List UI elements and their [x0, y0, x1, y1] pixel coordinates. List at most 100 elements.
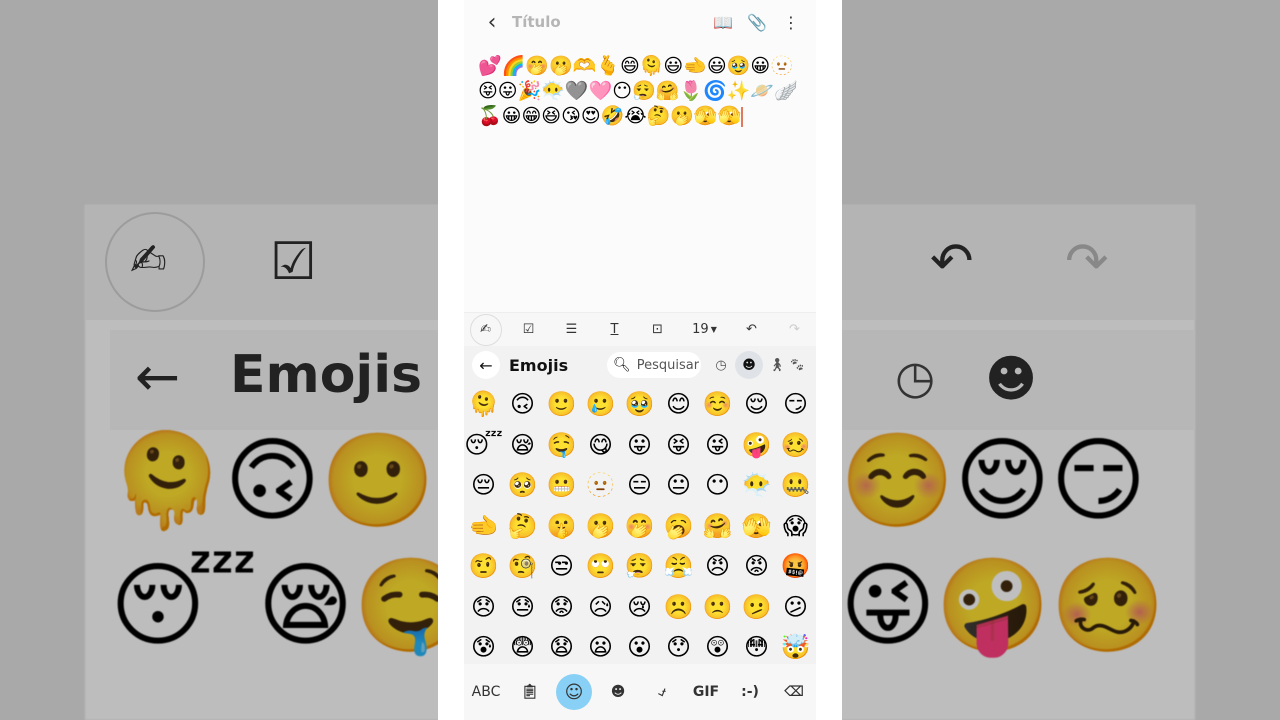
emoji-key[interactable]: 😕 [776, 587, 815, 628]
emoji-kitchen-button[interactable]: ☻ [600, 676, 636, 708]
emoji-key[interactable]: 😱 [776, 506, 815, 547]
note-body[interactable]: 💕🌈🤭🫢🫶🫰😄🫠😃🫲😃🥹😀🫥😝😛🎉😶‍🌫️🩶🩷😶😮‍💨🤗🌷🌀✨🪐🪽🍒😀😁😆😘😍🤣… [478, 54, 800, 129]
emoji-key[interactable]: 😤 [659, 546, 698, 587]
emoji-key[interactable]: 🤭 [620, 506, 659, 547]
clipboard-icon: 📋︎ [521, 684, 539, 700]
emoji-key[interactable]: 🤬 [776, 546, 815, 587]
top-bar: ‹ Título 📖 📎 ⋮ [464, 0, 816, 44]
emoji-key[interactable]: 😓 [503, 587, 542, 628]
emoji-key[interactable]: 😪 [503, 425, 542, 466]
emoji-key[interactable]: 😮 [620, 627, 659, 668]
keyboard-back-button[interactable]: ← [472, 351, 500, 379]
smileys-category-tab[interactable]: ☻ [735, 351, 763, 379]
emoji-key[interactable]: 😶 [698, 465, 737, 506]
emoji-key[interactable]: 😬 [542, 465, 581, 506]
emoji-key[interactable]: 🫣 [737, 506, 776, 547]
emoji-key[interactable]: 🫤 [737, 587, 776, 628]
emoji-key[interactable]: 🫥 [581, 465, 620, 506]
emoji-key[interactable]: 😢 [620, 587, 659, 628]
emoji-key[interactable]: 🥺 [503, 465, 542, 506]
emoji-key[interactable]: 😏 [776, 384, 815, 425]
emoji-key[interactable]: 😐 [659, 465, 698, 506]
emoji-key[interactable]: 😯 [659, 627, 698, 668]
note-title-field[interactable]: Título [512, 13, 706, 31]
emoji-key[interactable]: 😑 [620, 465, 659, 506]
emoji-key[interactable]: 🥱 [659, 506, 698, 547]
emoji-key[interactable]: 😌 [737, 384, 776, 425]
emoji-search-input[interactable]: 🔍︎ Pesquisar [607, 352, 701, 378]
emoji-key[interactable]: 🫠 [464, 384, 503, 425]
animals-category-tab[interactable]: 🐾︎ [791, 351, 803, 379]
emoji-key[interactable]: 🙂 [542, 384, 581, 425]
recent-category-tab[interactable]: ◷ [707, 351, 735, 379]
background-undo-icon: ↶ [930, 232, 974, 292]
emoji-key[interactable]: 😦 [581, 627, 620, 668]
font-size-selector[interactable]: 19 ▼ [685, 314, 725, 346]
redo-button[interactable]: ↷ [779, 314, 811, 346]
emoji-key[interactable]: 😲 [698, 627, 737, 668]
emoji-key[interactable]: 🥹 [620, 384, 659, 425]
emoji-key[interactable]: 🙃 [503, 384, 542, 425]
back-button[interactable]: ‹ [474, 4, 510, 40]
chevron-left-icon: ‹ [487, 9, 497, 35]
emoji-key[interactable]: 🧐 [503, 546, 542, 587]
emoji-key[interactable]: 🤐 [776, 465, 815, 506]
checkbox-button[interactable]: ☑ [513, 314, 545, 346]
text-format-button[interactable]: T [599, 314, 631, 346]
emoji-key[interactable]: 🫢 [581, 506, 620, 547]
gif-button[interactable]: GIF [688, 676, 724, 708]
emoji-key[interactable]: 😮‍💨 [620, 546, 659, 587]
emoji-key[interactable]: 😶‍🌫️ [737, 465, 776, 506]
text-style-button[interactable]: ☰ [556, 314, 588, 346]
emoji-key[interactable]: 😋 [581, 425, 620, 466]
sticker-button[interactable]: ⍻ [644, 676, 680, 708]
emoji-key[interactable]: 🤤 [542, 425, 581, 466]
attach-button[interactable]: 📎 [740, 5, 774, 39]
emoji-key[interactable]: 🤫 [542, 506, 581, 547]
emoji-key[interactable]: 🥲 [581, 384, 620, 425]
emoji-key[interactable]: 😠 [698, 546, 737, 587]
emoji-key[interactable]: 😧 [542, 627, 581, 668]
emoji-key[interactable]: 🤨 [464, 546, 503, 587]
emoji-key[interactable]: 😔 [464, 465, 503, 506]
emoji-key[interactable]: 😳 [737, 627, 776, 668]
emoji-key[interactable]: 😜 [698, 425, 737, 466]
emoji-key[interactable]: 😞 [464, 587, 503, 628]
emoji-key[interactable]: 😨 [503, 627, 542, 668]
emoji-key[interactable]: 😥 [581, 587, 620, 628]
emoji-key[interactable]: 😴 [464, 425, 503, 466]
text-box-icon: ⊡ [652, 322, 663, 337]
clipboard-button[interactable]: 📋︎ [512, 676, 548, 708]
animal-icon: 🐾︎ [791, 357, 803, 373]
more-options-button[interactable]: ⋮ [774, 5, 808, 39]
people-category-tab[interactable]: 🚶︎ [763, 351, 791, 379]
emoji-key[interactable]: 😛 [620, 425, 659, 466]
emoji-key[interactable]: 😟 [542, 587, 581, 628]
emoji-key[interactable]: ☹️ [659, 587, 698, 628]
text-box-button[interactable]: ⊡ [642, 314, 674, 346]
reading-mode-button[interactable]: 📖 [706, 5, 740, 39]
emoji-key[interactable]: 🙁 [698, 587, 737, 628]
emoji-key[interactable]: 😊 [659, 384, 698, 425]
emoji-grid: 🫠 🙃 🙂 🥲 🥹 😊 ☺️ 😌 😏 😴 😪 🤤 😋 😛 😝 😜 🤪 🥴 😔 🥺 😬 🫥 😑 😐 😶 😶‍🌫️ 🤐 🫲 🤔 🤫 🫢 🤭 🥱 🤗 🫣 😱… [464, 384, 816, 668]
handwriting-button[interactable]: ✍ [469, 313, 502, 346]
emoji-key[interactable]: 😒 [542, 546, 581, 587]
emoticon-button[interactable]: :-) [732, 676, 768, 708]
emoji-key[interactable]: 🙄 [581, 546, 620, 587]
emoji-key[interactable]: 🤗 [698, 506, 737, 547]
sticker-icon: ⍻ [658, 684, 666, 700]
emoji-key[interactable]: 🤔 [503, 506, 542, 547]
emoji-key[interactable]: 🤯 [776, 627, 815, 668]
emoji-key[interactable]: ☺️ [698, 384, 737, 425]
emoji-key[interactable]: 🥴 [776, 425, 815, 466]
abc-button[interactable]: ABC [468, 676, 504, 708]
emoji-tab-button[interactable]: ☺ [556, 674, 592, 710]
emoji-key[interactable]: 😰 [464, 627, 503, 668]
emoji-key[interactable]: 🫲 [464, 506, 503, 547]
sticker-face-icon: ☻ [610, 684, 626, 700]
backspace-button[interactable]: ⌫ [776, 676, 812, 708]
emoji-key[interactable]: 😝 [659, 425, 698, 466]
undo-button[interactable]: ↶ [736, 314, 768, 346]
emoji-key[interactable]: 🤪 [737, 425, 776, 466]
emoji-key[interactable]: 😡 [737, 546, 776, 587]
